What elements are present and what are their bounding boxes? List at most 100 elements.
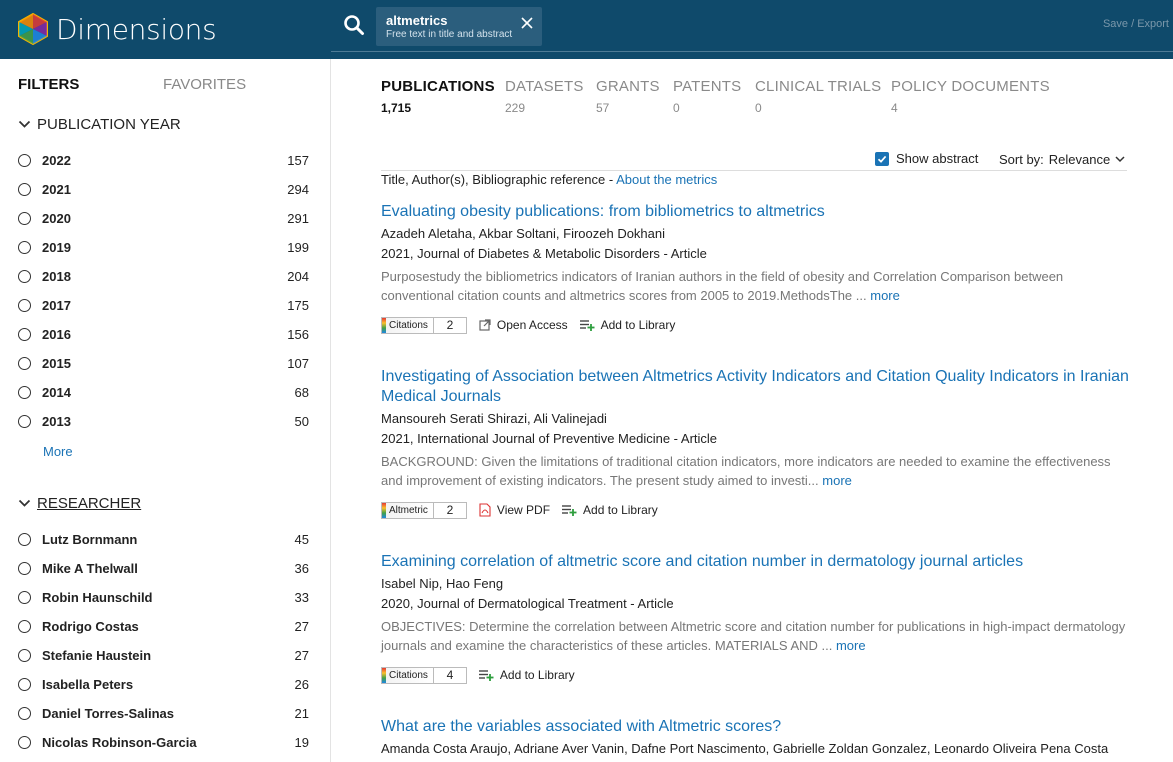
radio-button[interactable] (18, 182, 31, 196)
filter-count: 50 (294, 413, 309, 429)
radio-button[interactable] (18, 240, 31, 254)
filter-item-2022[interactable]: 2022 157 (18, 150, 309, 170)
radio-button[interactable] (18, 153, 31, 167)
filter-label: Stefanie Haustein (42, 647, 152, 663)
filter-item-lutz-bornmann[interactable]: Lutz Bornmann 45 (18, 529, 309, 549)
citations-badge[interactable]: Citations 2 (381, 316, 467, 334)
altmetric-badge[interactable]: Altmetric 2 (381, 501, 467, 519)
open-access-button[interactable]: Open Access (479, 318, 568, 332)
filter-item-2019[interactable]: 2019 199 (18, 237, 309, 257)
publication-title-link[interactable]: Evaluating obesity publications: from bi… (381, 202, 1141, 222)
publication-authors: Mansoureh Serati Shirazi, Ali Valinejadi (381, 411, 607, 426)
filter-count: 45 (294, 531, 309, 547)
tab-publications[interactable]: PUBLICATIONS 1,715 (381, 78, 495, 115)
radio-button[interactable] (18, 619, 31, 633)
filter-item-2017[interactable]: 2017 175 (18, 295, 309, 315)
more-link[interactable]: more (836, 638, 866, 653)
about-metrics-link[interactable]: About the metrics (616, 172, 717, 187)
filter-item-rodrigo-costas[interactable]: Rodrigo Costas 27 (18, 616, 309, 636)
close-icon[interactable] (520, 16, 534, 30)
search-icon[interactable] (343, 14, 365, 36)
more-years-link[interactable]: More (43, 444, 73, 459)
filter-label: Robin Haunschild (42, 589, 153, 605)
publication-actions: Altmetric 2 View PDF Add to Library (381, 500, 1141, 520)
sort-dropdown[interactable]: Sort by: Relevance (999, 152, 1125, 167)
filter-item-2013[interactable]: 2013 50 (18, 411, 309, 431)
filter-item-2016[interactable]: 2016 156 (18, 324, 309, 344)
publication-title-link[interactable]: Examining correlation of altmetric score… (381, 552, 1141, 572)
publication-year-heading[interactable]: PUBLICATION YEAR (18, 116, 181, 133)
pdf-icon (479, 503, 491, 517)
view-pdf-button[interactable]: View PDF (479, 503, 550, 517)
logo-text: Dimensions (56, 12, 217, 46)
badge-label: Altmetric (389, 504, 428, 516)
radio-button[interactable] (18, 677, 31, 691)
add-to-library-button[interactable]: Add to Library (579, 318, 675, 332)
radio-button[interactable] (18, 356, 31, 370)
tab-clinical-trials[interactable]: CLINICAL TRIALS 0 (755, 78, 881, 115)
tab-policy-documents[interactable]: POLICY DOCUMENTS 4 (891, 78, 1050, 115)
radio-button[interactable] (18, 211, 31, 225)
filter-item-2021[interactable]: 2021 294 (18, 179, 309, 199)
column-header: Title, Author(s), Bibliographic referenc… (381, 172, 717, 187)
tab-datasets[interactable]: DATASETS 229 (505, 78, 584, 115)
dimensions-logo-icon (18, 12, 48, 46)
sort-value: Relevance (1048, 152, 1111, 167)
researcher-heading[interactable]: RESEARCHER (18, 495, 141, 512)
checkbox-checked-icon[interactable] (875, 151, 889, 166)
more-link[interactable]: more (870, 288, 900, 303)
publication-result: Investigating of Association between Alt… (381, 367, 1141, 520)
filter-item-2020[interactable]: 2020 291 (18, 208, 309, 228)
radio-button[interactable] (18, 648, 31, 662)
action-label: View PDF (496, 503, 551, 517)
publication-reference: 2021, International Journal of Preventiv… (381, 431, 718, 446)
tab-label: POLICY DOCUMENTS (891, 78, 1050, 95)
publication-year-label: PUBLICATION YEAR (37, 116, 181, 133)
radio-button[interactable] (18, 706, 31, 720)
search-term-chip[interactable]: altmetrics Free text in title and abstra… (376, 7, 542, 46)
filter-label: Mike A Thelwall (42, 560, 138, 576)
radio-button[interactable] (18, 298, 31, 312)
save-export-button[interactable]: Save / Export (1103, 18, 1169, 30)
show-abstract-label: Show abstract (896, 151, 979, 166)
filter-item-robin-haunschild[interactable]: Robin Haunschild 33 (18, 587, 309, 607)
filter-item-2018[interactable]: 2018 204 (18, 266, 309, 286)
researcher-label: RESEARCHER (37, 495, 142, 512)
filter-count: 27 (294, 618, 309, 634)
radio-button[interactable] (18, 735, 31, 749)
more-link[interactable]: more (822, 473, 852, 488)
filter-item-isabella-peters[interactable]: Isabella Peters 26 (18, 674, 309, 694)
filter-item-stefanie-haustein[interactable]: Stefanie Haustein 27 (18, 645, 309, 665)
filter-label: 2021 (42, 181, 71, 197)
abstract-text: Purposestudy the bibliometrics indicator… (381, 269, 1064, 303)
tab-grants[interactable]: GRANTS 57 (596, 78, 660, 115)
publication-title-link[interactable]: What are the variables associated with A… (381, 717, 1141, 737)
filter-item-2015[interactable]: 2015 107 (18, 353, 309, 373)
filter-item-nicolas-robinson-garcia[interactable]: Nicolas Robinson-Garcia 19 (18, 732, 309, 752)
filter-count: 156 (287, 326, 309, 342)
radio-button[interactable] (18, 327, 31, 341)
show-abstract-toggle[interactable]: Show abstract (875, 151, 978, 166)
badge-label-box: Citations (381, 316, 434, 334)
tab-favorites[interactable]: FAVORITES (163, 76, 246, 93)
add-to-library-button[interactable]: Add to Library (478, 668, 575, 682)
tab-filters[interactable]: FILTERS (18, 76, 79, 93)
filter-item-mike-a-thelwall[interactable]: Mike A Thelwall 36 (18, 558, 309, 578)
radio-button[interactable] (18, 532, 31, 546)
radio-button[interactable] (18, 269, 31, 283)
citations-badge[interactable]: Citations 4 (381, 666, 467, 684)
filter-item-2014[interactable]: 2014 68 (18, 382, 309, 402)
dimensions-logo[interactable]: Dimensions (16, 9, 217, 49)
radio-button[interactable] (18, 561, 31, 575)
tab-count: 57 (596, 101, 610, 115)
badge-color-stripe (382, 317, 386, 333)
publication-title-link[interactable]: Investigating of Association between Alt… (381, 367, 1141, 407)
filter-item-daniel-torres-salinas[interactable]: Daniel Torres-Salinas 21 (18, 703, 309, 723)
publication-abstract: BACKGROUND: Given the limitations of tra… (381, 452, 1129, 490)
radio-button[interactable] (18, 385, 31, 399)
add-to-library-button[interactable]: Add to Library (562, 503, 658, 517)
radio-button[interactable] (18, 414, 31, 428)
radio-button[interactable] (18, 590, 31, 604)
search-scope: Free text in title and abstract (386, 29, 513, 40)
tab-patents[interactable]: PATENTS 0 (673, 78, 741, 115)
